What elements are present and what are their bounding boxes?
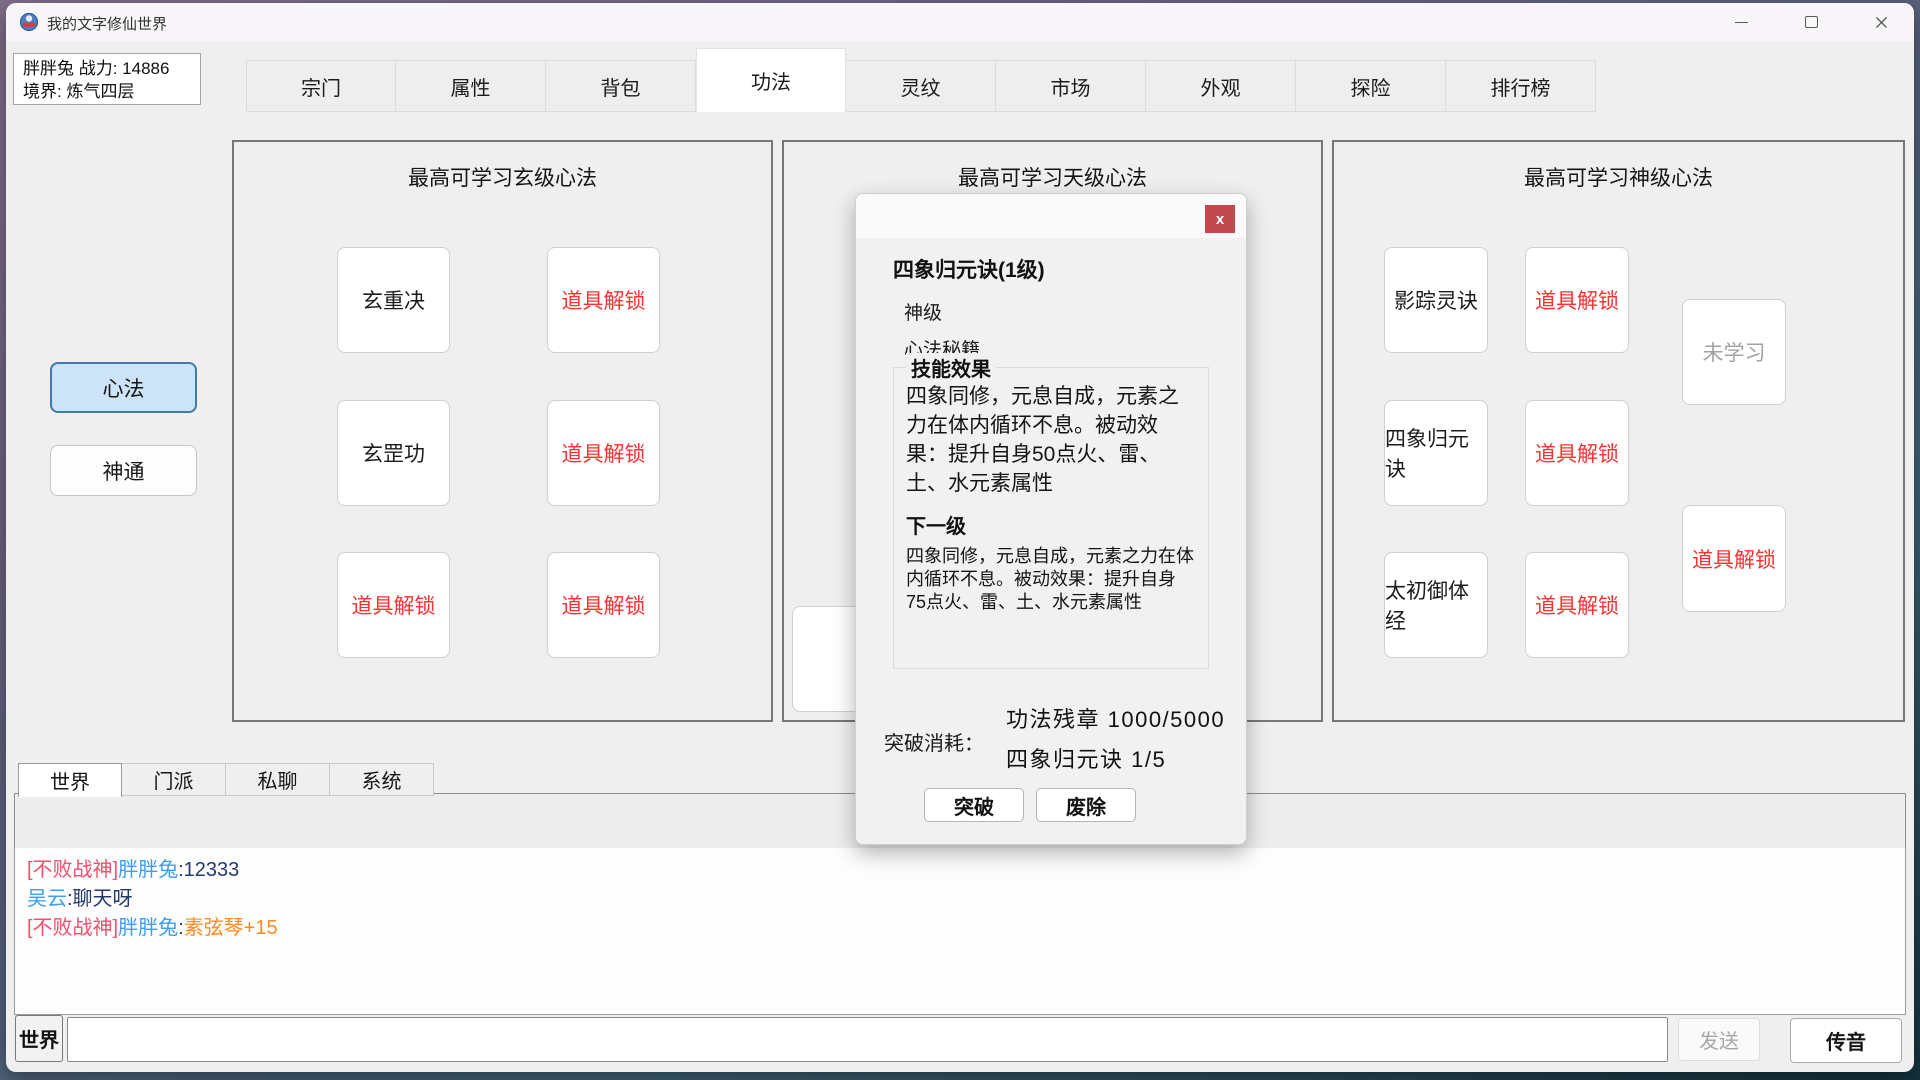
skill-button-unlearned[interactable]: 未学习 (1682, 299, 1786, 405)
title-bar: 我的文字修仙世界 (6, 3, 1914, 41)
maximize-button[interactable] (1788, 7, 1834, 37)
breakthrough-button[interactable]: 突破 (924, 788, 1024, 822)
chat-channel-button[interactable]: 世界 (15, 1015, 63, 1062)
chat-message: [不败战神]胖胖兔:12333 (27, 856, 1893, 885)
skill-effect-box: 技能效果 四象同修，元息自成，元素之力在体内循环不息。被动效果：提升自身50点火… (893, 367, 1209, 669)
skill-button-locked[interactable]: 道具解锁 (547, 552, 660, 658)
app-icon (19, 12, 39, 32)
tab-lingwen[interactable]: 灵纹 (846, 60, 996, 112)
sidebar-item-shentong[interactable]: 神通 (50, 445, 197, 496)
tab-shuxing[interactable]: 属性 (396, 60, 546, 112)
discard-button[interactable]: 废除 (1036, 788, 1136, 822)
skill-button-locked[interactable]: 道具解锁 (547, 247, 660, 353)
tab-beibao[interactable]: 背包 (546, 60, 696, 112)
chat-message-text: :12333 (178, 859, 239, 881)
player-power: 胖胖兔 战力: 14886 (23, 57, 191, 80)
chat-player-title: [不败战神] (27, 917, 118, 939)
skill-button-locked[interactable]: 道具解锁 (1682, 505, 1786, 612)
tab-gongfa[interactable]: 功法 (696, 48, 846, 112)
panel-xuan-grade: 最高可学习玄级心法 玄重决 道具解锁 玄罡功 道具解锁 道具解锁 道具解锁 (232, 140, 773, 722)
breakthrough-cost-values: 功法残章 1000/5000 四象归元诀 1/5 (1006, 700, 1247, 780)
voice-button[interactable]: 传音 (1790, 1018, 1902, 1063)
chat-message: [不败战神]胖胖兔:素弦琴+15 (27, 914, 1893, 943)
chat-player-name: 吴云 (27, 888, 67, 910)
skill-button[interactable]: 玄罡功 (337, 400, 450, 506)
skill-button-locked[interactable]: 道具解锁 (1525, 400, 1629, 506)
chat-tab-system[interactable]: 系统 (330, 763, 434, 796)
skill-button[interactable]: 四象归元诀 (1384, 400, 1488, 506)
chat-tab-private[interactable]: 私聊 (226, 763, 330, 796)
next-level-label: 下一级 (906, 510, 1196, 539)
tab-shichang[interactable]: 市场 (996, 60, 1146, 112)
close-button[interactable] (1858, 7, 1904, 37)
chat-player-name: 胖胖兔 (118, 917, 178, 939)
chat-item-link[interactable]: 素弦琴+15 (184, 917, 278, 939)
chat-player-name: 胖胖兔 (118, 859, 178, 881)
dialog-skill-grade: 神级 (904, 298, 942, 325)
player-realm: 境界: 炼气四层 (23, 80, 191, 103)
maximize-icon (1805, 16, 1818, 28)
panel-xuan-title: 最高可学习玄级心法 (234, 162, 771, 192)
tab-tanxian[interactable]: 探险 (1296, 60, 1446, 112)
skill-button-locked[interactable]: 道具解锁 (547, 400, 660, 506)
skill-button[interactable]: 玄重决 (337, 247, 450, 353)
skill-button-locked[interactable]: 道具解锁 (1525, 552, 1629, 658)
window-title: 我的文字修仙世界 (47, 13, 167, 34)
dialog-skill-title: 四象归元诀(1级) (893, 254, 1045, 284)
panel-shen-grade: 最高可学习神级心法 影踪灵诀 道具解锁 未学习 四象归元诀 道具解锁 太初御体经… (1332, 140, 1905, 722)
cost-item: 四象归元诀 1/5 (1006, 740, 1247, 780)
breakthrough-cost-label: 突破消耗： (884, 727, 984, 756)
panel-shen-title: 最高可学习神级心法 (1334, 162, 1903, 192)
close-icon (1874, 15, 1889, 30)
chat-input[interactable] (67, 1017, 1668, 1062)
chat-message-text: :聊天呀 (67, 888, 133, 910)
skill-button[interactable]: 太初御体经 (1384, 552, 1488, 658)
chat-tab-sect[interactable]: 门派 (122, 763, 226, 796)
skill-detail-dialog: x 四象归元诀(1级) 神级 心法秘籍 技能效果 四象同修，元息自成，元素之力在… (855, 193, 1247, 845)
tab-waiguan[interactable]: 外观 (1146, 60, 1296, 112)
cost-item: 功法残章 1000/5000 (1006, 700, 1247, 740)
dialog-close-button[interactable]: x (1205, 205, 1235, 233)
chat-message: 吴云:聊天呀 (27, 885, 1893, 914)
skill-button[interactable]: 影踪灵诀 (1384, 247, 1488, 353)
skill-button-locked[interactable]: 道具解锁 (1525, 247, 1629, 353)
skill-button-locked[interactable]: 道具解锁 (337, 552, 450, 658)
tab-zongmen[interactable]: 宗门 (246, 60, 396, 112)
next-level-text: 四象同修，元息自成，元素之力在体内循环不息。被动效果：提升自身75点火、雷、土、… (906, 545, 1196, 614)
sidebar-item-xinfa[interactable]: 心法 (50, 362, 197, 413)
app-window: 我的文字修仙世界 胖胖兔 战力: 14886 境界: 炼气四层 宗门 属性 背包… (6, 3, 1914, 1072)
chat-tab-world[interactable]: 世界 (18, 763, 122, 797)
tab-paihangbang[interactable]: 排行榜 (1446, 60, 1596, 112)
skill-effect-label: 技能效果 (906, 353, 996, 382)
chat-player-title: [不败战神] (27, 859, 118, 881)
desktop: 我的文字修仙世界 胖胖兔 战力: 14886 境界: 炼气四层 宗门 属性 背包… (0, 0, 1920, 1080)
skill-effect-text: 四象同修，元息自成，元素之力在体内循环不息。被动效果：提升自身50点火、雷、土、… (906, 382, 1196, 498)
send-button[interactable]: 发送 (1678, 1018, 1760, 1061)
player-info-box: 胖胖兔 战力: 14886 境界: 炼气四层 (13, 53, 201, 105)
minimize-icon (1735, 22, 1748, 23)
chat-channel-tabs: 世界 门派 私聊 系统 (18, 763, 434, 796)
minimize-button[interactable] (1718, 7, 1764, 37)
panel-tian-title: 最高可学习天级心法 (784, 162, 1321, 192)
chat-message-area[interactable]: [不败战神]胖胖兔:12333 吴云:聊天呀 [不败战神]胖胖兔:素弦琴+15 (14, 848, 1906, 1015)
dialog-header (856, 194, 1246, 238)
main-nav-tabs: 宗门 属性 背包 功法 灵纹 市场 外观 探险 排行榜 (246, 48, 1596, 112)
